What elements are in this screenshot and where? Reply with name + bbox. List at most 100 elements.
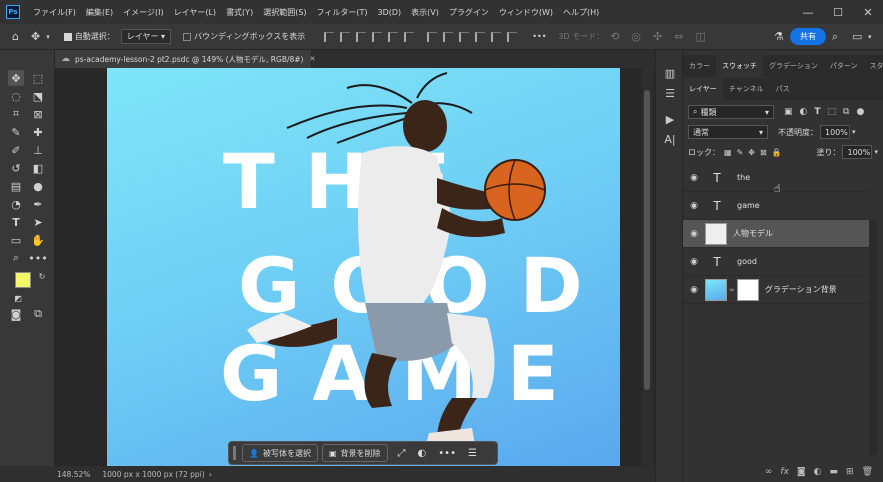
- distribute-6-icon[interactable]: [507, 31, 518, 42]
- lock-transparency-icon[interactable]: ▦: [724, 148, 732, 157]
- document-tab[interactable]: ☁ ps-academy-lesson-2 pt2.psdc @ 149% (人…: [55, 50, 315, 68]
- share-button[interactable]: 共有: [790, 28, 826, 45]
- move-tool-icon[interactable]: ✥: [31, 30, 40, 43]
- brush-tool-icon[interactable]: ✐: [8, 142, 24, 158]
- layer-row[interactable]: ◉ ∞ グラデーション背景: [683, 276, 869, 304]
- marquee-tool-icon[interactable]: ⬚: [30, 70, 46, 86]
- 3d-pan-icon[interactable]: ✣: [653, 30, 662, 43]
- layer-row[interactable]: ◉ T good: [683, 248, 869, 276]
- distribute-3-icon[interactable]: [459, 31, 470, 42]
- align-top-icon[interactable]: [372, 31, 383, 42]
- close-tab-icon[interactable]: ✕: [309, 55, 315, 63]
- quick-select-tool-icon[interactable]: ⬔: [30, 88, 46, 104]
- layer-kind-filter[interactable]: ⌕ 種類 ▾: [688, 105, 774, 119]
- filter-adjustment-icon[interactable]: ◐: [800, 107, 808, 117]
- distribute-5-icon[interactable]: [491, 31, 502, 42]
- menu-type[interactable]: 書式(Y): [221, 7, 258, 18]
- menu-layer[interactable]: レイヤー(L): [169, 7, 221, 18]
- fx-icon[interactable]: fx: [780, 467, 789, 477]
- align-right-icon[interactable]: [356, 31, 367, 42]
- drag-handle[interactable]: [233, 446, 236, 460]
- bounding-box-checkbox[interactable]: [183, 32, 192, 41]
- menu-plugins[interactable]: プラグイン: [444, 7, 494, 18]
- new-group-icon[interactable]: ▬: [830, 467, 839, 477]
- 3d-orbit-icon[interactable]: ⟲: [610, 30, 619, 43]
- 3d-slide-icon[interactable]: ⇔: [674, 30, 683, 43]
- layer-row[interactable]: ◉ T game: [683, 192, 869, 220]
- menu-file[interactable]: ファイル(F): [28, 7, 81, 18]
- workspace-chevron-icon[interactable]: ▾: [868, 33, 872, 41]
- canvas-area[interactable]: THE GOOD GAME: [55, 68, 648, 466]
- frame-tool-icon[interactable]: ⊠: [30, 106, 46, 122]
- tab-patterns[interactable]: パターン: [824, 55, 864, 77]
- minimize-button[interactable]: —: [793, 0, 823, 24]
- pen-tool-icon[interactable]: ✒: [30, 196, 46, 212]
- zoom-level[interactable]: 148.52%: [57, 470, 90, 479]
- dodge-tool-icon[interactable]: ◔: [8, 196, 24, 212]
- tab-paths[interactable]: パス: [770, 78, 796, 100]
- filter-type-icon[interactable]: T: [814, 107, 820, 117]
- status-menu-icon[interactable]: ›: [209, 470, 212, 479]
- history-panel-icon[interactable]: ▥: [663, 66, 677, 80]
- lasso-tool-icon[interactable]: ◌: [8, 88, 24, 104]
- menu-help[interactable]: ヘルプ(H): [558, 7, 604, 18]
- eye-icon[interactable]: ◉: [683, 229, 705, 239]
- maximize-button[interactable]: ☐: [823, 0, 853, 24]
- blur-tool-icon[interactable]: ●: [30, 178, 46, 194]
- flask-icon[interactable]: ⚗: [774, 30, 784, 43]
- filter-pixel-icon[interactable]: ▣: [784, 107, 793, 117]
- tab-gradients[interactable]: グラデーション: [763, 55, 824, 77]
- transform-icon[interactable]: ⤢: [398, 448, 406, 459]
- lock-position-icon[interactable]: ✥: [748, 148, 755, 157]
- align-left-icon[interactable]: [324, 31, 335, 42]
- align-vcenter-icon[interactable]: [388, 31, 399, 42]
- play-action-icon[interactable]: ▶: [663, 112, 677, 126]
- 3d-scale-icon[interactable]: ◫: [695, 30, 705, 43]
- rectangle-tool-icon[interactable]: ▭: [8, 232, 24, 248]
- menu-filter[interactable]: フィルター(T): [312, 7, 373, 18]
- menu-3d[interactable]: 3D(D): [373, 8, 407, 17]
- eye-icon[interactable]: ◉: [683, 201, 705, 211]
- eye-icon[interactable]: ◉: [683, 285, 705, 295]
- eraser-tool-icon[interactable]: ◧: [30, 160, 46, 176]
- layer-row[interactable]: ◉ 人物モデル: [683, 220, 869, 248]
- move-tool-icon[interactable]: ✥: [8, 70, 24, 86]
- hand-tool-icon[interactable]: ✋: [30, 232, 46, 248]
- opacity-field[interactable]: 100%: [820, 125, 850, 139]
- quick-mask-icon[interactable]: ◙: [8, 306, 24, 322]
- 3d-roll-icon[interactable]: ◎: [631, 30, 641, 43]
- menu-view[interactable]: 表示(V): [406, 7, 444, 18]
- filter-toggle-icon[interactable]: ●: [856, 107, 864, 117]
- auto-select-dropdown[interactable]: レイヤー ▾: [120, 29, 172, 44]
- opacity-chevron-icon[interactable]: ▾: [852, 128, 856, 136]
- menu-image[interactable]: イメージ(I): [118, 7, 168, 18]
- tab-color[interactable]: カラー: [683, 55, 716, 77]
- layers-scrollbar[interactable]: [869, 220, 877, 455]
- link-layers-icon[interactable]: ∞: [765, 467, 773, 477]
- tab-channels[interactable]: チャンネル: [723, 78, 770, 100]
- align-bottom-icon[interactable]: [404, 31, 415, 42]
- eye-icon[interactable]: ◉: [683, 257, 705, 267]
- menu-window[interactable]: ウィンドウ(W): [494, 7, 558, 18]
- adjustment-icon[interactable]: ◐: [418, 448, 427, 459]
- search-icon[interactable]: ⌕: [832, 30, 838, 44]
- eyedropper-tool-icon[interactable]: ✎: [8, 124, 24, 140]
- new-layer-icon[interactable]: ⊞: [846, 467, 854, 477]
- settings-sliders-icon[interactable]: ☰: [468, 448, 477, 459]
- gradient-tool-icon[interactable]: ▤: [8, 178, 24, 194]
- layer-mask-thumbnail[interactable]: [736, 278, 759, 301]
- fill-chevron-icon[interactable]: ▾: [874, 148, 878, 156]
- zoom-tool-icon[interactable]: ⌕: [8, 250, 24, 266]
- adjustments-panel-icon[interactable]: ☰: [663, 86, 677, 100]
- trash-icon[interactable]: 🗑: [862, 467, 873, 477]
- close-window-button[interactable]: ✕: [853, 0, 883, 24]
- filter-shape-icon[interactable]: ⬚: [828, 107, 837, 117]
- tab-layers[interactable]: レイヤー: [683, 78, 723, 100]
- tab-swatches[interactable]: スウォッチ: [716, 55, 763, 77]
- chevron-down-icon[interactable]: ▾: [46, 33, 50, 41]
- crop-tool-icon[interactable]: ⌗: [8, 106, 24, 122]
- fill-field[interactable]: 100%: [842, 145, 873, 159]
- distribute-4-icon[interactable]: [475, 31, 486, 42]
- type-tool-icon[interactable]: T: [8, 214, 24, 230]
- path-select-icon[interactable]: ➤: [30, 214, 46, 230]
